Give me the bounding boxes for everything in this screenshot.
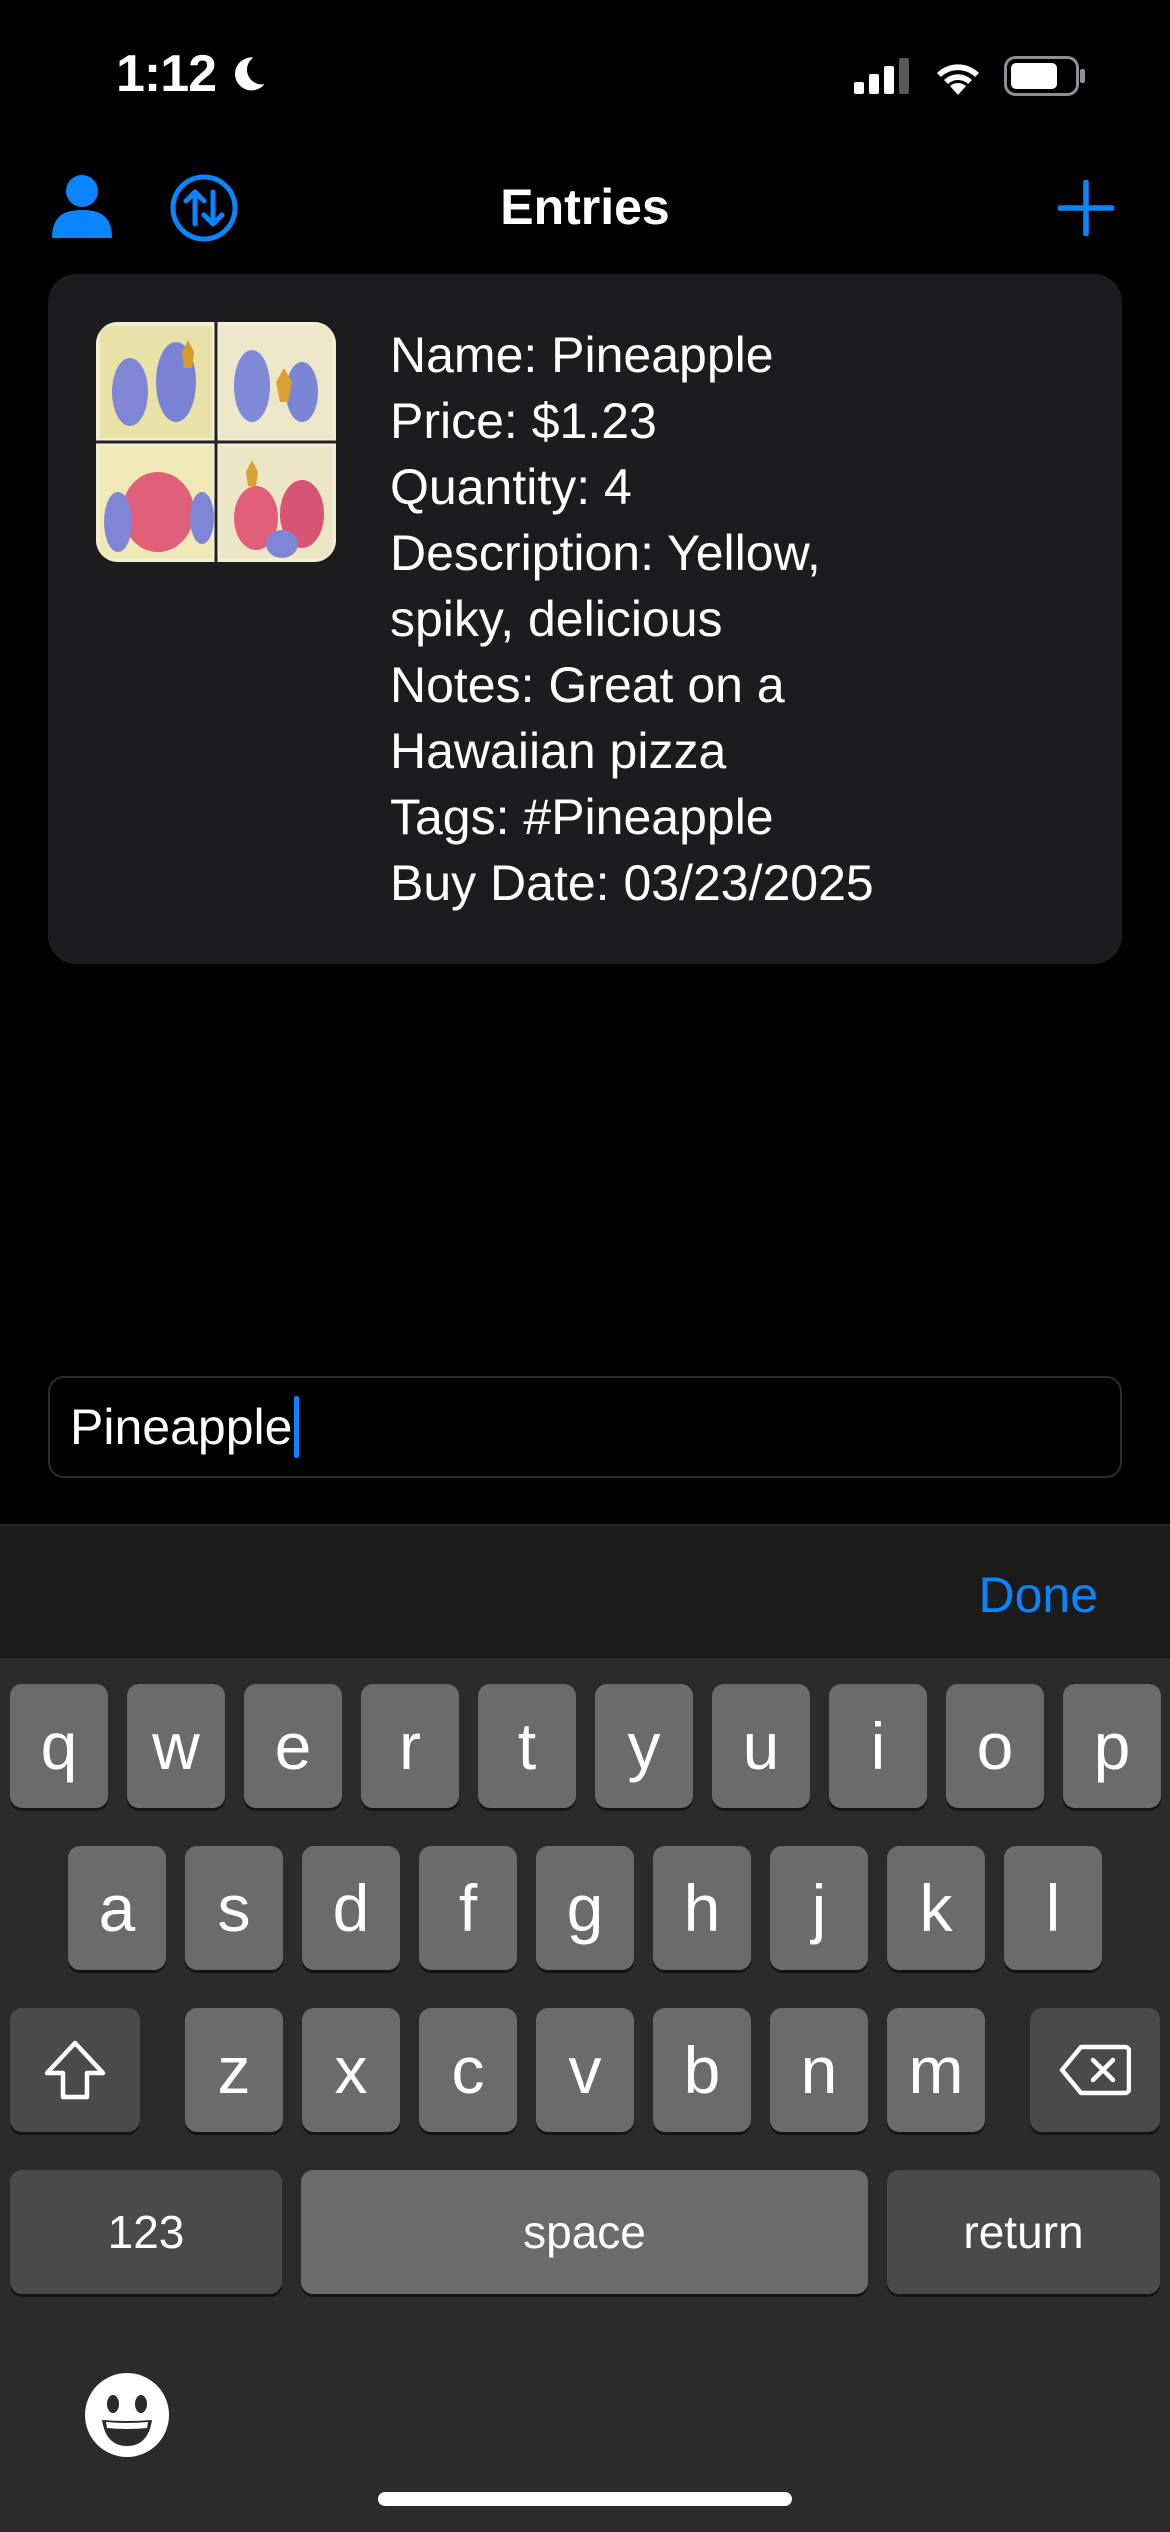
status-indicators: [854, 56, 1086, 96]
key-q[interactable]: q: [10, 1684, 108, 1808]
delete-backward-icon: [1059, 2044, 1131, 2096]
key-s[interactable]: s: [185, 1846, 283, 1970]
app-screen: 1:12 Entries Name: Pineapple Price: $1.2…: [0, 0, 1170, 2532]
key-t[interactable]: t: [478, 1684, 576, 1808]
emoji-button[interactable]: [82, 2370, 172, 2460]
cellular-signal-icon: [854, 58, 909, 94]
status-time-label: 1:12: [116, 45, 217, 103]
home-indicator: [378, 2492, 792, 2506]
key-x[interactable]: x: [302, 2008, 400, 2132]
key-z[interactable]: z: [185, 2008, 283, 2132]
text-caret: [294, 1396, 300, 1458]
entry-card[interactable]: Name: Pineapple Price: $1.23 Quantity: 4…: [48, 274, 1122, 964]
wifi-icon: [937, 64, 979, 95]
key-j[interactable]: j: [770, 1846, 868, 1970]
key-i[interactable]: i: [829, 1684, 927, 1808]
shift-key[interactable]: [10, 2008, 140, 2132]
entry-details: Name: Pineapple Price: $1.23 Quantity: 4…: [390, 322, 950, 916]
entry-notes: Notes: Great on a Hawaiian pizza: [390, 657, 785, 779]
key-f[interactable]: f: [419, 1846, 517, 1970]
status-time: 1:12: [116, 44, 270, 104]
key-e[interactable]: e: [244, 1684, 342, 1808]
key-b[interactable]: b: [653, 2008, 751, 2132]
entry-name: Name: Pineapple: [390, 327, 774, 383]
key-a[interactable]: a: [68, 1846, 166, 1970]
entry-buy-date: Buy Date: 03/23/2025: [390, 855, 874, 911]
return-key[interactable]: return: [887, 2170, 1160, 2294]
done-button[interactable]: Done: [978, 1566, 1098, 1624]
moon-icon: [235, 57, 265, 91]
add-entry-button[interactable]: [1057, 179, 1115, 241]
space-key[interactable]: space: [301, 2170, 868, 2294]
entry-tags: Tags: #Pineapple: [390, 789, 774, 845]
key-h[interactable]: h: [653, 1846, 751, 1970]
battery-icon: [1004, 56, 1085, 96]
key-k[interactable]: k: [887, 1846, 985, 1970]
key-m[interactable]: m: [887, 2008, 985, 2132]
keyboard: q w e r t y u i o p a s d f g h j k l z …: [0, 1658, 1170, 2532]
key-r[interactable]: r: [361, 1684, 459, 1808]
key-u[interactable]: u: [712, 1684, 810, 1808]
page-title: Entries: [500, 179, 670, 235]
key-y[interactable]: y: [595, 1684, 693, 1808]
key-p[interactable]: p: [1063, 1684, 1161, 1808]
key-l[interactable]: l: [1004, 1846, 1102, 1970]
key-n[interactable]: n: [770, 2008, 868, 2132]
entry-description: Description: Yellow, spiky, delicious: [390, 525, 821, 647]
shift-icon: [44, 2040, 106, 2100]
search-input-value: Pineapple: [70, 1399, 293, 1455]
numbers-key[interactable]: 123: [10, 2170, 282, 2294]
key-v[interactable]: v: [536, 2008, 634, 2132]
key-o[interactable]: o: [946, 1684, 1044, 1808]
navigation-bar: Entries: [0, 160, 1170, 256]
entry-thumbnail: [96, 322, 336, 562]
comic-thumbnail-image: [96, 322, 336, 562]
key-d[interactable]: d: [302, 1846, 400, 1970]
search-input[interactable]: Pineapple: [48, 1376, 1122, 1478]
delete-key[interactable]: [1030, 2008, 1160, 2132]
plus-icon: [1057, 179, 1115, 237]
entry-price: Price: $1.23: [390, 393, 657, 449]
key-g[interactable]: g: [536, 1846, 634, 1970]
key-c[interactable]: c: [419, 2008, 517, 2132]
status-bar: 1:12: [0, 0, 1170, 150]
keyboard-toolbar: Done: [0, 1524, 1170, 1658]
entry-quantity: Quantity: 4: [390, 459, 632, 515]
key-w[interactable]: w: [127, 1684, 225, 1808]
emoji-icon: [85, 2373, 169, 2457]
